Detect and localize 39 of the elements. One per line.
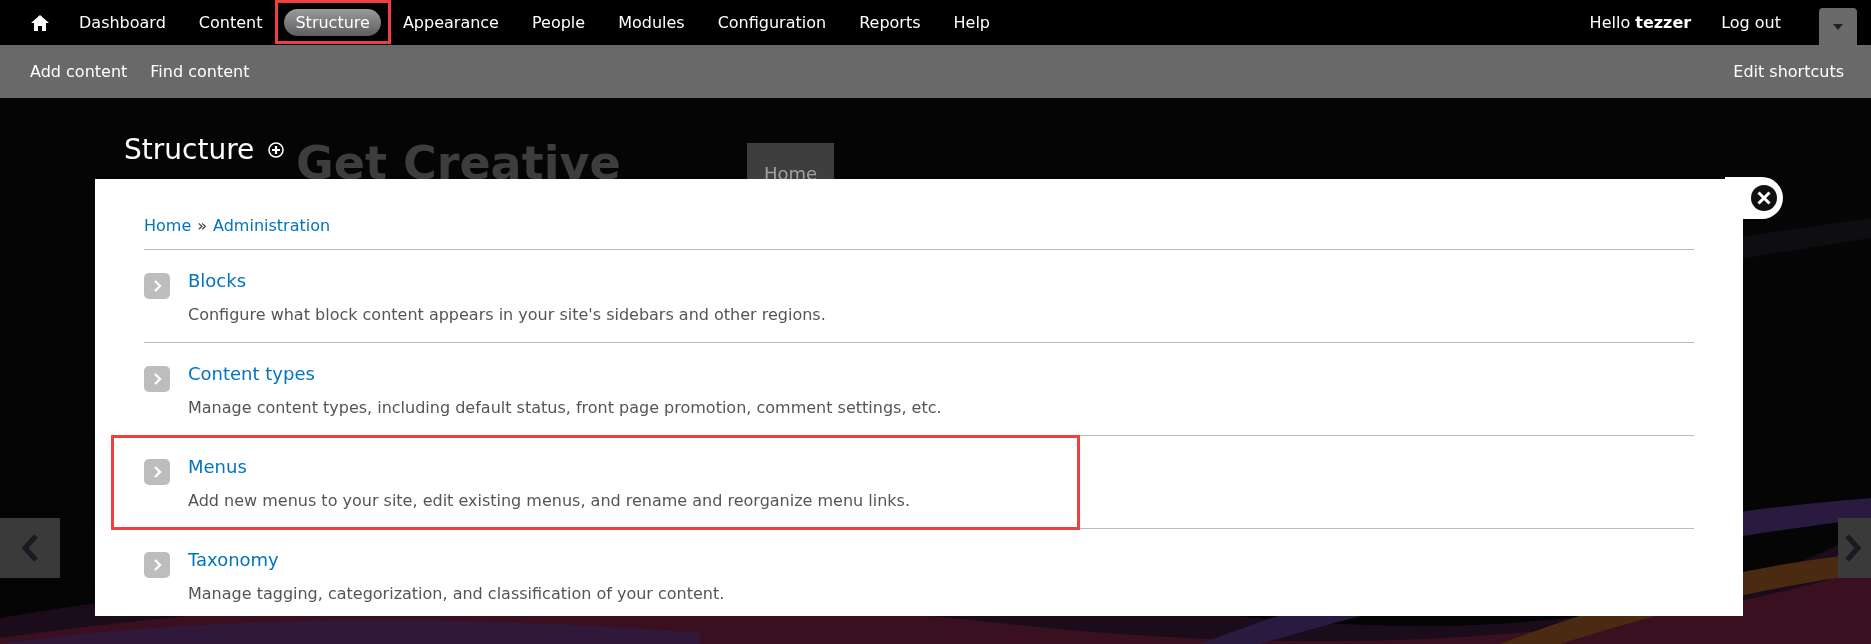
nav-tab[interactable]: Reports xyxy=(848,9,932,36)
user-greeting: Hello tezzer xyxy=(1589,13,1692,32)
section-description: Manage tagging, categorization, and classification of your content. xyxy=(188,584,725,603)
page-title: Structure xyxy=(124,136,255,164)
nav-tab[interactable]: Modules xyxy=(607,9,696,36)
shortcut-link[interactable]: Add content xyxy=(30,62,128,81)
admin-section-link[interactable]: Taxonomy xyxy=(188,549,279,570)
caret-icon xyxy=(1833,24,1843,30)
section-description: Add new menus to your site, edit existing menus, and rename and reorganize menu links. xyxy=(188,491,911,510)
chevron-right-icon xyxy=(1843,533,1863,563)
home-icon[interactable] xyxy=(30,13,50,32)
shortcuts-toggle[interactable] xyxy=(1819,8,1857,46)
close-button[interactable] xyxy=(1725,177,1783,219)
slide-heading: Get Creative xyxy=(296,140,621,186)
expand-icon xyxy=(144,552,170,578)
section-description: Manage content types, including default status, front page promotion, comment settings, etc. xyxy=(188,398,942,417)
expand-icon xyxy=(144,459,170,485)
breadcrumb-separator: » xyxy=(197,216,208,235)
nav-tab[interactable]: Configuration xyxy=(706,9,838,36)
expand-icon xyxy=(144,366,170,392)
chevron-left-icon xyxy=(20,533,40,563)
nav-tab[interactable]: People xyxy=(520,9,597,36)
add-shortcut-icon[interactable] xyxy=(268,142,285,158)
nav-tab[interactable]: Content xyxy=(187,9,274,36)
admin-section-link[interactable]: Content types xyxy=(188,363,315,384)
breadcrumb-link[interactable]: Administration xyxy=(213,216,331,235)
section-description: Configure what block content appears in your site's sidebars and other regions. xyxy=(188,305,826,324)
close-icon xyxy=(1750,184,1778,212)
admin-section-link[interactable]: Blocks xyxy=(188,270,247,291)
edit-shortcuts-link[interactable]: Edit shortcuts xyxy=(1733,62,1844,81)
admin-section-link[interactable]: Menus xyxy=(188,456,247,477)
breadcrumb-link[interactable]: Home xyxy=(144,216,192,235)
expand-icon xyxy=(144,273,170,299)
nav-tab[interactable]: Dashboard xyxy=(68,9,177,36)
logout-link[interactable]: Log out xyxy=(1721,13,1781,32)
nav-tab[interactable]: Structure xyxy=(284,9,381,36)
nav-tab[interactable]: Appearance xyxy=(391,9,510,36)
shortcut-link[interactable]: Find content xyxy=(150,62,250,81)
nav-tab[interactable]: Help xyxy=(942,9,1001,36)
